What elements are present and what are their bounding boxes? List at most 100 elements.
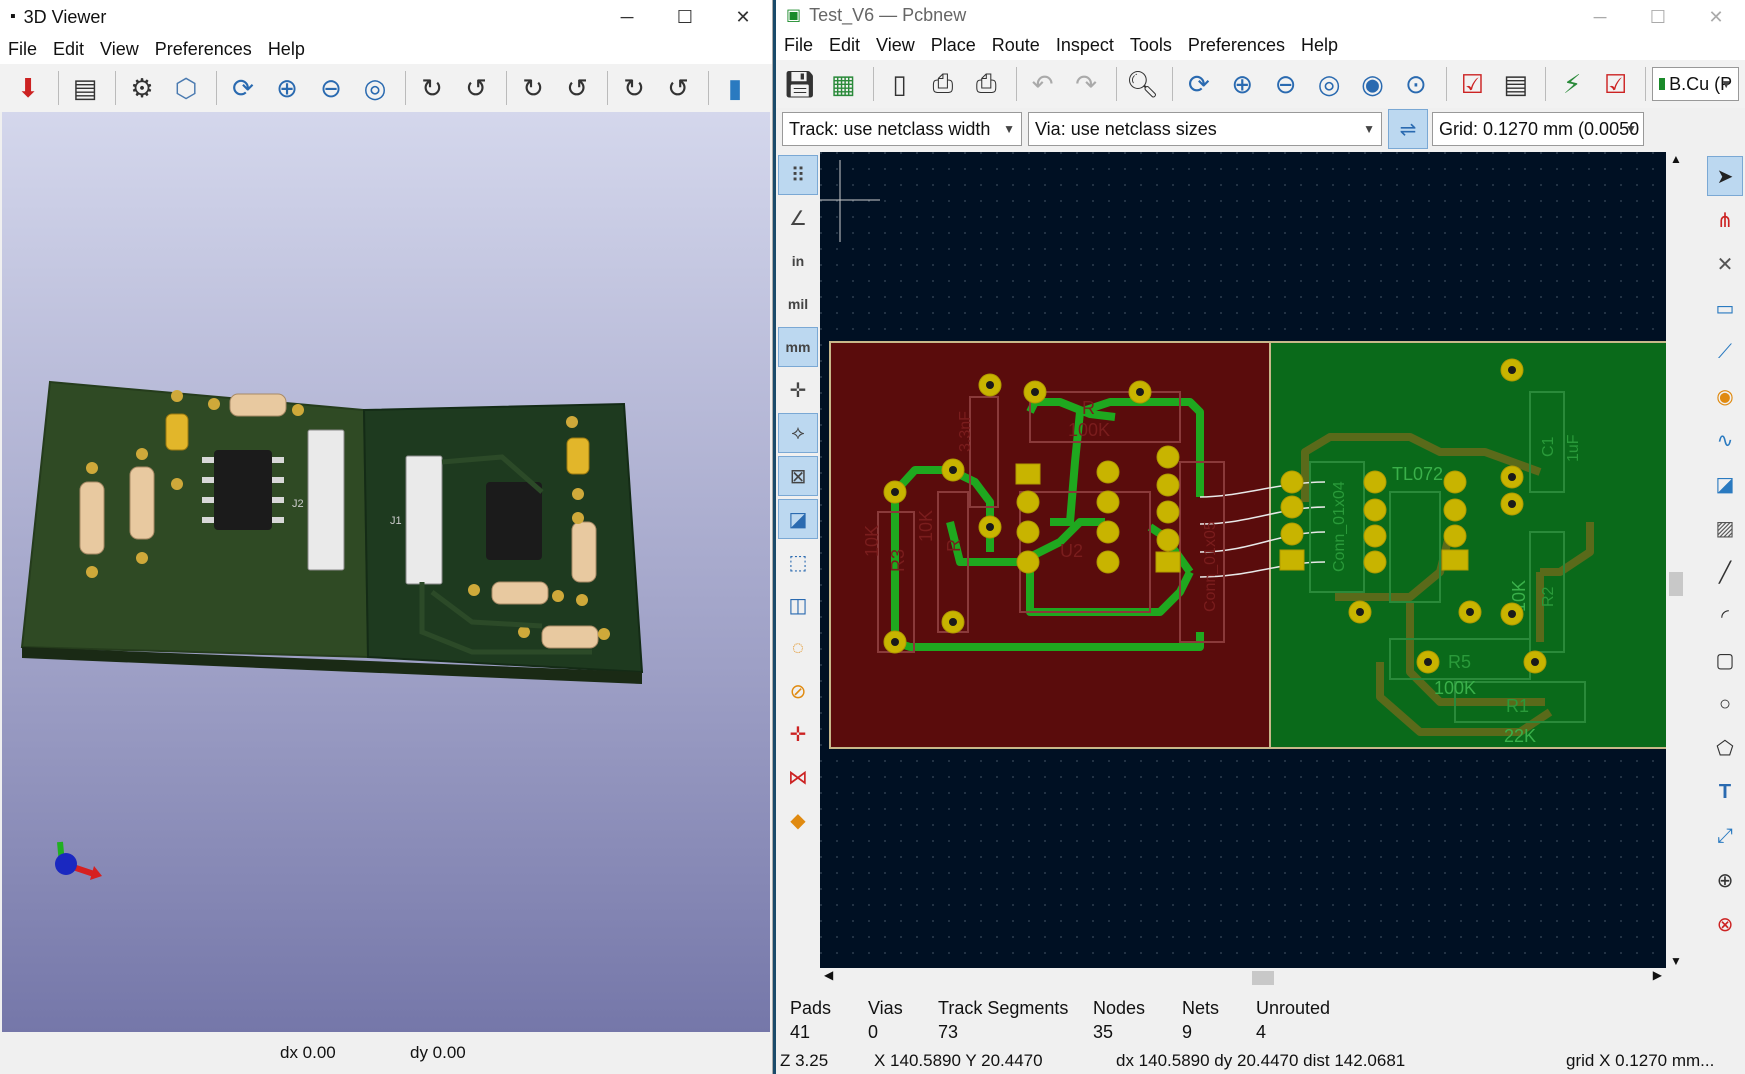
raytracing-cube-icon[interactable]: ⬡	[166, 68, 206, 108]
save-icon[interactable]: 💾︎	[780, 64, 819, 104]
scroll-right-icon[interactable]: ▶	[1653, 968, 1662, 982]
zoom-in-icon[interactable]: ⊕	[267, 68, 307, 108]
draw-rectangle-icon[interactable]: ▢	[1707, 640, 1743, 680]
units-mm-button[interactable]: mm	[778, 327, 818, 367]
drc-icon[interactable]: ☑	[1596, 64, 1635, 104]
scroll-left-icon[interactable]: ◀	[824, 968, 833, 982]
via-size-select[interactable]: Via: use netclass sizes ▼	[1028, 112, 1382, 146]
menu-edit[interactable]: Edit	[45, 39, 92, 60]
menu-tools[interactable]: Tools	[1122, 35, 1180, 56]
export-image-icon[interactable]: ⬇	[8, 68, 48, 108]
maximize-button[interactable]: ☐	[1629, 0, 1687, 34]
find-icon[interactable]: 🔍︎	[1123, 64, 1162, 104]
scroll-thumb[interactable]	[1252, 971, 1274, 985]
zoom-out-icon[interactable]: ⊖	[311, 68, 351, 108]
draw-circle-icon[interactable]: ○	[1707, 684, 1743, 724]
print-icon[interactable]: ⎙	[923, 64, 962, 104]
menu-help[interactable]: Help	[1293, 35, 1346, 56]
units-mil-button[interactable]: mil	[778, 284, 818, 324]
pcb-canvas[interactable]: R3 10K R 10K 3.3nF R 100K U2 Conn_01x05 …	[820, 152, 1671, 968]
netlist-update-icon[interactable]: ☑	[1453, 64, 1492, 104]
zoom-out-icon[interactable]: ⊖	[1266, 64, 1305, 104]
scripting-icon[interactable]: ⚡	[1552, 64, 1591, 104]
curved-ratsnest-icon[interactable]: ⊠	[778, 456, 818, 496]
local-ratsnest-icon[interactable]: ✕	[1707, 244, 1743, 284]
ratsnest-icon[interactable]: ⟡	[778, 413, 818, 453]
minimize-button[interactable]: ─	[598, 0, 656, 34]
menu-route[interactable]: Route	[984, 35, 1048, 56]
menu-inspect[interactable]: Inspect	[1048, 35, 1122, 56]
add-footprint-icon[interactable]: ▭	[1707, 288, 1743, 328]
delete-tool-icon[interactable]: ⊗	[1707, 904, 1743, 944]
zoom-fit-icon[interactable]: ◎	[1309, 64, 1348, 104]
add-keepout-icon[interactable]: ▨	[1707, 508, 1743, 548]
plot-icon[interactable]: ⎙	[967, 64, 1006, 104]
scroll-down-icon[interactable]: ▼	[1666, 954, 1686, 968]
polar-coords-icon[interactable]: ∠	[778, 198, 818, 238]
grid-toggle-icon[interactable]: ⠿	[778, 155, 818, 195]
units-inch-button[interactable]: in	[778, 241, 818, 281]
draw-polygon-icon[interactable]: ⬠	[1707, 728, 1743, 768]
scroll-up-icon[interactable]: ▲	[1666, 152, 1686, 166]
zone-outline-icon[interactable]: ⬚	[778, 542, 818, 582]
pad-sketch-icon[interactable]: ◌	[778, 628, 818, 668]
rotate-y-ccw-icon[interactable]: ↺	[557, 68, 597, 108]
high-contrast-icon[interactable]: ⋈	[778, 757, 818, 797]
scroll-thumb[interactable]	[1669, 572, 1683, 596]
select-arrow-icon[interactable]: ➤	[1707, 156, 1743, 196]
add-zone-icon[interactable]: ◪	[1707, 464, 1743, 504]
rotate-y-cw-icon[interactable]: ↻	[513, 68, 553, 108]
reload-icon[interactable]: ⟳	[223, 68, 263, 108]
rotate-x-ccw-icon[interactable]: ↺	[456, 68, 496, 108]
grid-select[interactable]: Grid: 0.1270 mm (0.0050 in) ▼	[1432, 112, 1644, 146]
add-via-icon[interactable]: ◉	[1707, 376, 1743, 416]
route-track-icon[interactable]: ⟋	[1707, 332, 1743, 372]
zoom-in-icon[interactable]: ⊕	[1223, 64, 1262, 104]
settings-gear-icon[interactable]: ⚙	[122, 68, 162, 108]
set-origin-icon[interactable]: ⊕	[1707, 860, 1743, 900]
zoom-fit-icon[interactable]: ◎	[355, 68, 395, 108]
menu-view[interactable]: View	[92, 39, 147, 60]
view-ortho-icon[interactable]: ▮	[715, 68, 755, 108]
rotate-z-ccw-icon[interactable]: ↺	[658, 68, 698, 108]
minimize-button[interactable]: ─	[1571, 0, 1629, 34]
3d-viewport[interactable]: J2 J1	[2, 112, 770, 1032]
bom-icon[interactable]: ▤	[1496, 64, 1535, 104]
auto-track-width-icon[interactable]: ⇌	[1388, 109, 1428, 149]
vertical-scrollbar[interactable]: ▲ ▼	[1666, 152, 1686, 968]
track-width-select[interactable]: Track: use netclass width ▼	[782, 112, 1022, 146]
zone-fill-icon[interactable]: ◪	[778, 499, 818, 539]
undo-icon[interactable]: ↶	[1023, 64, 1062, 104]
board-setup-icon[interactable]: ▦	[823, 64, 862, 104]
draw-line-icon[interactable]: ╱	[1707, 552, 1743, 592]
zoom-objects-icon[interactable]: ◉	[1353, 64, 1392, 104]
zoom-tool-icon[interactable]: ⊙	[1396, 64, 1435, 104]
layer-select[interactable]: B.Cu (P ▼	[1652, 67, 1740, 101]
menu-preferences[interactable]: Preferences	[147, 39, 260, 60]
menu-view[interactable]: View	[868, 35, 923, 56]
rotate-x-cw-icon[interactable]: ↻	[412, 68, 452, 108]
add-dimension-icon[interactable]: ⤢	[1707, 816, 1743, 856]
highlight-net-icon[interactable]: ⋔	[1707, 200, 1743, 240]
copy-clipboard-icon[interactable]: ▤	[65, 68, 105, 108]
horizontal-scrollbar[interactable]: ◀ ▶	[820, 968, 1666, 988]
track-sketch-icon[interactable]: ✛	[778, 714, 818, 754]
maximize-button[interactable]: ☐	[656, 0, 714, 34]
cursor-shape-icon[interactable]: ✛	[778, 370, 818, 410]
via-sketch-icon[interactable]: ⊘	[778, 671, 818, 711]
redo-icon[interactable]: ↷	[1066, 64, 1105, 104]
refresh-icon[interactable]: ⟳	[1179, 64, 1218, 104]
menu-place[interactable]: Place	[923, 35, 984, 56]
add-text-icon[interactable]: T	[1707, 772, 1743, 812]
menu-file[interactable]: File	[0, 39, 45, 60]
menu-file[interactable]: File	[776, 35, 821, 56]
menu-edit[interactable]: Edit	[821, 35, 868, 56]
rotate-z-cw-icon[interactable]: ↻	[614, 68, 654, 108]
menu-preferences[interactable]: Preferences	[1180, 35, 1293, 56]
tune-length-icon[interactable]: ∿	[1707, 420, 1743, 460]
menu-help[interactable]: Help	[260, 39, 313, 60]
layers-manager-icon[interactable]: ◆	[778, 800, 818, 840]
page-settings-icon[interactable]: ▯	[880, 64, 919, 104]
zone-sketch-icon[interactable]: ◫	[778, 585, 818, 625]
close-button[interactable]: ✕	[1687, 0, 1745, 34]
